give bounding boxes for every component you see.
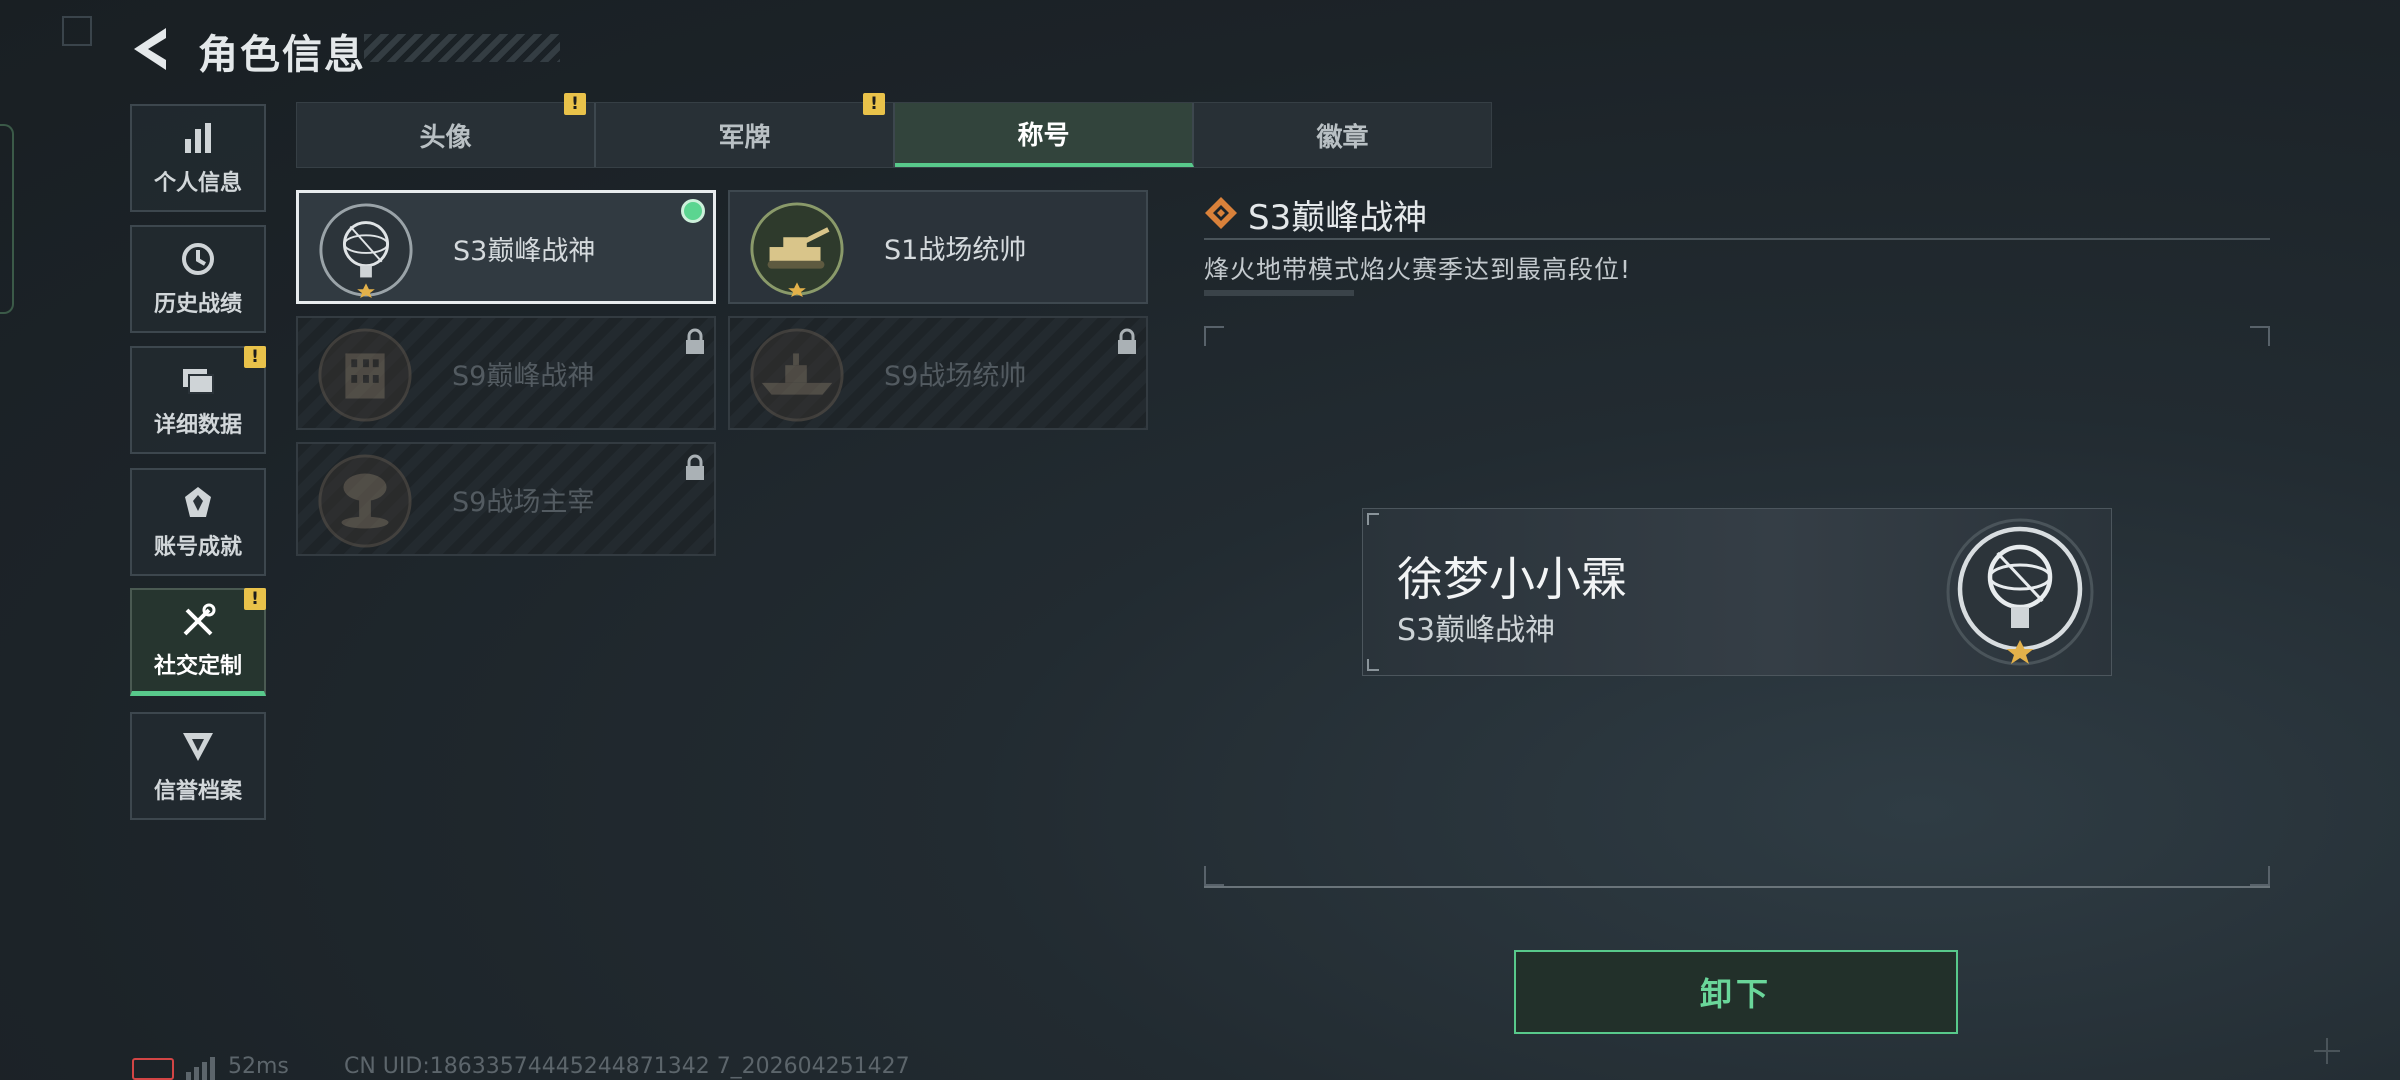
sidebar-item-label: 个人信息	[153, 171, 242, 196]
sidebar-item-label: 账号成就	[153, 535, 242, 560]
mushroom-cloud-emblem-icon	[318, 454, 412, 548]
tools-icon	[183, 603, 216, 635]
title-card-s9-commander[interactable]: S9战场统帅	[728, 316, 1148, 430]
unequip-button[interactable]: 卸下	[1514, 950, 1958, 1034]
lock-icon	[686, 328, 704, 354]
title-card-name: S3巅峰战神	[453, 236, 596, 267]
tab-badge[interactable]: 徽章	[1194, 103, 1491, 167]
title-card-s3-peak[interactable]: S3巅峰战神	[296, 190, 716, 304]
building-emblem-icon	[318, 328, 412, 422]
warning-badge: !	[244, 346, 266, 368]
signal-icon	[186, 1057, 215, 1080]
warning-badge: !	[564, 93, 586, 115]
lock-icon	[1118, 328, 1136, 354]
sidebar-item-detailed-data[interactable]: 详细数据 !	[130, 346, 266, 454]
detail-title: S3巅峰战神	[1248, 198, 1428, 238]
sidebar-item-reputation[interactable]: 信誉档案	[130, 712, 266, 820]
title-card-s9-peak[interactable]: S9巅峰战神	[296, 316, 716, 430]
tank-emblem-icon	[750, 202, 844, 298]
achievement-icon	[185, 487, 211, 517]
corner-box	[62, 16, 92, 46]
history-clock-icon	[182, 243, 214, 275]
title-card-s1-commander[interactable]: S1战场统帅	[728, 190, 1148, 304]
crosshair-icon	[2314, 1038, 2340, 1064]
sidebar-item-history[interactable]: 历史战绩	[130, 225, 266, 333]
lock-icon	[686, 454, 704, 480]
title-card-name: S9巅峰战神	[452, 361, 595, 392]
reputation-icon	[183, 733, 213, 761]
detail-description: 烽火地带模式焰火赛季达到最高段位!	[1204, 255, 1632, 284]
armillary-emblem-icon	[1946, 518, 2094, 666]
folder-icon	[183, 369, 214, 394]
title-card-s9-dominator[interactable]: S9战场主宰	[296, 442, 716, 556]
page-title: 角色信息	[198, 32, 366, 78]
title-decoration	[364, 34, 560, 62]
bar-chart-icon	[185, 123, 211, 153]
tab-title[interactable]: 称号	[895, 103, 1194, 167]
warship-emblem-icon	[750, 328, 844, 422]
battery-icon	[132, 1058, 174, 1080]
sidebar-item-label: 详细数据	[153, 413, 242, 438]
player-name: 徐梦小小霖	[1397, 552, 1627, 606]
title-card-name: S1战场统帅	[884, 235, 1027, 266]
back-arrow-icon[interactable]	[130, 24, 174, 74]
player-title: S3巅峰战神	[1397, 613, 1556, 648]
warning-badge: !	[863, 93, 885, 115]
title-card-name: S9战场主宰	[452, 487, 595, 518]
tab-label: 头像	[419, 122, 472, 153]
title-card-name: S9战场统帅	[884, 361, 1027, 392]
rank-diamond-icon	[1205, 197, 1237, 229]
equipped-indicator	[681, 199, 705, 223]
side-drawer-handle[interactable]	[0, 124, 14, 314]
warning-badge: !	[244, 588, 266, 610]
sidebar-item-achievements[interactable]: 账号成就	[130, 468, 266, 576]
divider	[1204, 886, 2270, 888]
user-uid: CN UID:18633574445244871342 7_2026042514…	[344, 1054, 910, 1079]
sidebar-item-social-custom[interactable]: 社交定制 !	[130, 588, 266, 696]
ping-readout: 52ms	[228, 1054, 289, 1079]
decoration-bar	[1204, 290, 1354, 296]
tab-label: 军牌	[718, 122, 771, 153]
tab-dogtag[interactable]: 军牌 !	[596, 93, 895, 167]
sidebar-item-label: 历史战绩	[153, 292, 242, 317]
nameplate-preview: 徐梦小小霖 S3巅峰战神	[1362, 508, 2112, 676]
tab-label: 徽章	[1316, 122, 1369, 153]
tab-avatar[interactable]: 头像 !	[297, 93, 596, 167]
sidebar-item-label: 社交定制	[153, 653, 242, 679]
tab-label: 称号	[1017, 120, 1070, 151]
sidebar-item-personal-info[interactable]: 个人信息	[130, 104, 266, 212]
armillary-emblem-icon	[319, 203, 413, 299]
tab-bar: 头像 ! 军牌 ! 称号 徽章	[296, 93, 1492, 168]
divider	[1204, 238, 2270, 240]
sidebar-item-label: 信誉档案	[153, 779, 242, 804]
